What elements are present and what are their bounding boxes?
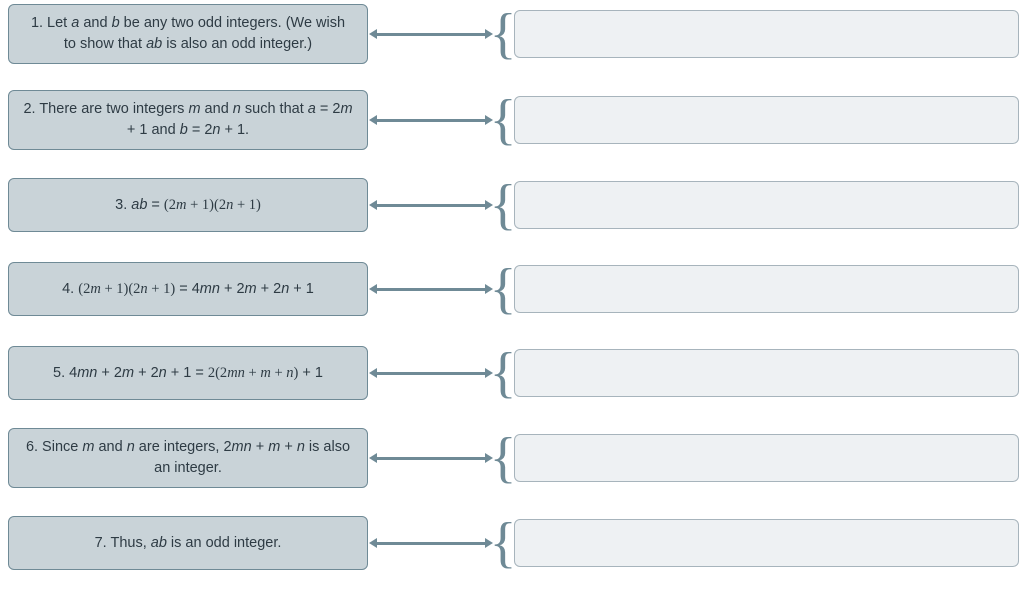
statement-box-5[interactable]: 5. 4mn + 2m + 2n + 1 = 2(2mn + m + n) + … bbox=[8, 346, 368, 400]
statement-text: 5. 4mn + 2m + 2n + 1 = 2(2mn + m + n) + … bbox=[53, 363, 323, 384]
proof-row: 7. Thus, ab is an odd integer. { bbox=[8, 514, 1019, 572]
connector-arrow bbox=[376, 204, 486, 207]
statement-text: 7. Thus, ab is an odd integer. bbox=[95, 533, 282, 554]
drop-zone-1[interactable] bbox=[514, 10, 1019, 58]
proof-row: 6. Since m and n are integers, 2mn + m +… bbox=[8, 428, 1019, 488]
statement-box-2[interactable]: 2. There are two integers m and n such t… bbox=[8, 90, 368, 150]
statement-text: 4. (2m + 1)(2n + 1) = 4mn + 2m + 2n + 1 bbox=[62, 279, 314, 300]
proof-row: 2. There are two integers m and n such t… bbox=[8, 90, 1019, 150]
proof-row: 1. Let a and b be any two odd integers. … bbox=[8, 4, 1019, 64]
connector-arrow bbox=[376, 119, 486, 122]
drop-zone-4[interactable] bbox=[514, 265, 1019, 313]
statement-text: 3. ab = (2m + 1)(2n + 1) bbox=[115, 195, 261, 216]
drop-zone-7[interactable] bbox=[514, 519, 1019, 567]
statement-text: 6. Since m and n are integers, 2mn + m +… bbox=[23, 437, 353, 479]
brace-icon: { bbox=[496, 429, 510, 487]
proof-row: 4. (2m + 1)(2n + 1) = 4mn + 2m + 2n + 1 … bbox=[8, 260, 1019, 318]
statement-text: 2. There are two integers m and n such t… bbox=[23, 99, 353, 141]
statement-box-4[interactable]: 4. (2m + 1)(2n + 1) = 4mn + 2m + 2n + 1 bbox=[8, 262, 368, 316]
drop-zone-6[interactable] bbox=[514, 434, 1019, 482]
statement-box-7[interactable]: 7. Thus, ab is an odd integer. bbox=[8, 516, 368, 570]
brace-icon: { bbox=[496, 260, 510, 318]
proof-row: 5. 4mn + 2m + 2n + 1 = 2(2mn + m + n) + … bbox=[8, 344, 1019, 402]
brace-icon: { bbox=[496, 5, 510, 63]
brace-icon: { bbox=[496, 176, 510, 234]
statement-text: 1. Let a and b be any two odd integers. … bbox=[23, 13, 353, 55]
connector-arrow bbox=[376, 457, 486, 460]
connector-arrow bbox=[376, 288, 486, 291]
brace-icon: { bbox=[496, 344, 510, 402]
drop-zone-5[interactable] bbox=[514, 349, 1019, 397]
connector-arrow bbox=[376, 372, 486, 375]
brace-icon: { bbox=[496, 514, 510, 572]
statement-box-6[interactable]: 6. Since m and n are integers, 2mn + m +… bbox=[8, 428, 368, 488]
drop-zone-2[interactable] bbox=[514, 96, 1019, 144]
statement-box-3[interactable]: 3. ab = (2m + 1)(2n + 1) bbox=[8, 178, 368, 232]
drop-zone-3[interactable] bbox=[514, 181, 1019, 229]
proof-row: 3. ab = (2m + 1)(2n + 1) { bbox=[8, 176, 1019, 234]
connector-arrow bbox=[376, 33, 486, 36]
connector-arrow bbox=[376, 542, 486, 545]
statement-box-1[interactable]: 1. Let a and b be any two odd integers. … bbox=[8, 4, 368, 64]
brace-icon: { bbox=[496, 91, 510, 149]
